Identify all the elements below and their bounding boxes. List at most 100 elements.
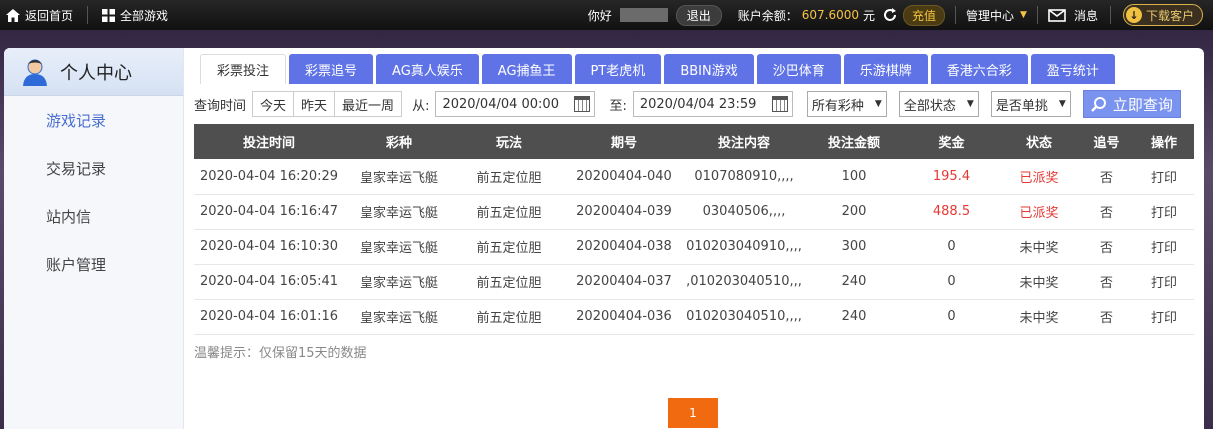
table-row: 2020-04-04 16:16:47 皇家幸运飞艇 前五定位胆 2020040… [194, 194, 1194, 229]
status-value: 全部状态 [903, 98, 956, 114]
divider [1109, 6, 1111, 24]
query-button[interactable]: 立即查询 [1082, 90, 1181, 118]
col-prize: 奖金 [938, 136, 965, 151]
recharge-button[interactable]: 充值 [903, 4, 946, 26]
single-bet-select[interactable]: 是否单挑 ▼ [990, 91, 1071, 117]
issue-cell: 20200404-038 [576, 239, 672, 254]
today-button[interactable]: 今天 [253, 92, 295, 116]
from-label: 从: [412, 98, 430, 114]
prize-cell: 195.4 [932, 168, 971, 184]
to-label: 至: [609, 98, 627, 114]
amount-cell: 100 [841, 168, 867, 184]
sidebar-item-game-records[interactable]: 游戏记录 [4, 96, 183, 144]
tab-ag-live[interactable]: AG真人娱乐 [376, 54, 479, 84]
home-link[interactable]: 返回首页 [6, 7, 73, 24]
col-lottery: 彩种 [385, 136, 412, 151]
table-row: 2020-04-04 16:05:41 皇家幸运飞艇 前五定位胆 2020040… [194, 264, 1194, 299]
col-content: 投注内容 [717, 136, 770, 151]
sidebar-item-messages[interactable]: 站内信 [4, 192, 183, 240]
content-cell: 0107080910,,,, [694, 168, 794, 184]
prize-cell: 0 [947, 274, 956, 289]
prize-cell: 488.5 [932, 204, 971, 219]
tab-leyou-chess[interactable]: 乐游棋牌 [843, 54, 928, 84]
sidebar-item-account[interactable]: 账户管理 [4, 240, 183, 288]
to-date-field[interactable]: 2020/04/04 23:59 [632, 91, 793, 117]
print-link[interactable]: 打印 [1134, 194, 1194, 229]
sidebar-item-transactions[interactable]: 交易记录 [4, 144, 183, 192]
balance-value: 607.6000 [801, 8, 859, 22]
table-header-row: 投注时间 彩种 玩法 期号 投注内容 投注金额 奖金 状态 追号 操作 [194, 124, 1194, 159]
play-cell: 前五定位胆 [476, 276, 542, 291]
col-bet-time: 投注时间 [242, 136, 295, 151]
divider [955, 6, 957, 24]
table-row: 2020-04-04 16:10:30 皇家幸运飞艇 前五定位胆 2020040… [194, 229, 1194, 264]
bet-time-cell: 2020-04-04 16:05:41 [199, 274, 339, 289]
calendar-icon[interactable] [574, 96, 591, 112]
issue-cell: 20200404-037 [576, 274, 672, 289]
yesterday-button[interactable]: 昨天 [294, 92, 336, 116]
search-icon [1090, 97, 1106, 112]
sidebar-title: 个人中心 [60, 62, 132, 84]
chase-cell: 否 [1099, 206, 1113, 221]
tab-lottery-bets[interactable]: 彩票投注 [200, 54, 287, 84]
issue-cell: 20200404-039 [576, 204, 672, 219]
col-status: 状态 [1025, 136, 1052, 151]
calendar-icon[interactable] [771, 96, 788, 112]
last-week-button[interactable]: 最近一周 [335, 92, 402, 116]
lottery-cell: 皇家幸运飞艇 [359, 206, 438, 221]
col-amount: 投注金额 [827, 136, 880, 151]
tab-lottery-chase[interactable]: 彩票追号 [289, 54, 374, 84]
tab-ag-fishing[interactable]: AG捕鱼王 [481, 54, 572, 84]
chase-cell: 否 [1099, 170, 1113, 186]
status-cell: 已派奖 [1019, 206, 1059, 221]
chevron-down-icon: ▼ [1058, 99, 1066, 109]
chevron-down-icon: ▼ [1020, 10, 1027, 20]
content-cell: 010203040510,,,, [686, 309, 802, 324]
status-select[interactable]: 全部状态 ▼ [898, 91, 979, 117]
status-cell: 未中奖 [1019, 276, 1059, 291]
lottery-cell: 皇家幸运飞艇 [359, 276, 438, 291]
col-action: 操作 [1150, 136, 1177, 151]
page-1-button[interactable]: 1 [668, 398, 718, 428]
from-date-value: 2020/04/04 00:00 [442, 96, 559, 112]
filter-bar: 查询时间 今天 昨天 最近一周 从: 2020/04/04 00:00 至: 2… [194, 90, 1194, 118]
status-cell: 已派奖 [1019, 170, 1059, 186]
play-cell: 前五定位胆 [476, 311, 542, 326]
query-button-label: 立即查询 [1112, 95, 1173, 114]
hello-label: 你好 [587, 8, 612, 23]
lottery-type-select[interactable]: 所有彩种 ▼ [806, 91, 887, 117]
content-cell: 010203040910,,,, [686, 239, 802, 254]
table-row: 2020-04-04 16:01:16 皇家幸运飞艇 前五定位胆 2020040… [194, 299, 1194, 334]
sidebar-header: 个人中心 [4, 48, 183, 96]
tab-pt-slots[interactable]: PT老虎机 [574, 54, 662, 84]
amount-cell: 200 [841, 204, 867, 219]
single-bet-value: 是否单挑 [995, 98, 1048, 114]
user-icon [23, 59, 47, 86]
tab-hk-mark-six[interactable]: 香港六合彩 [930, 54, 1028, 84]
download-label: 下载客户 [1145, 8, 1194, 23]
prize-cell: 0 [947, 309, 956, 324]
user-center-panel: 个人中心 游戏记录 交易记录 站内信 账户管理 彩票投注 彩票追号 AG真人娱乐… [4, 48, 1204, 429]
chase-cell: 否 [1099, 276, 1113, 291]
username-redacted [619, 8, 668, 22]
chevron-down-icon: ▼ [874, 99, 882, 109]
from-date-field[interactable]: 2020/04/04 00:00 [435, 91, 596, 117]
refresh-icon[interactable] [883, 8, 897, 22]
tab-profit-loss[interactable]: 盈亏统计 [1030, 54, 1115, 84]
manage-center-menu[interactable]: 管理中心 [966, 7, 1014, 24]
message-link[interactable]: 消息 [1074, 7, 1098, 24]
print-link[interactable]: 打印 [1134, 159, 1194, 194]
play-cell: 前五定位胆 [476, 170, 542, 186]
tab-bbin[interactable]: BBIN游戏 [664, 54, 754, 84]
print-link[interactable]: 打印 [1134, 229, 1194, 264]
download-client-button[interactable]: ↓ 下载客户 [1122, 4, 1203, 26]
home-label: 返回首页 [25, 8, 74, 23]
all-games-link[interactable]: 全部游戏 [102, 7, 168, 24]
tab-saba-sports[interactable]: 沙巴体育 [756, 54, 841, 84]
print-link[interactable]: 打印 [1134, 299, 1194, 334]
sidebar: 个人中心 游戏记录 交易记录 站内信 账户管理 [4, 48, 184, 429]
table-row: 2020-04-04 16:20:29 皇家幸运飞艇 前五定位胆 2020040… [194, 159, 1194, 194]
bet-time-cell: 2020-04-04 16:10:30 [199, 239, 339, 254]
logout-button[interactable]: 退出 [675, 4, 722, 26]
print-link[interactable]: 打印 [1134, 264, 1194, 299]
